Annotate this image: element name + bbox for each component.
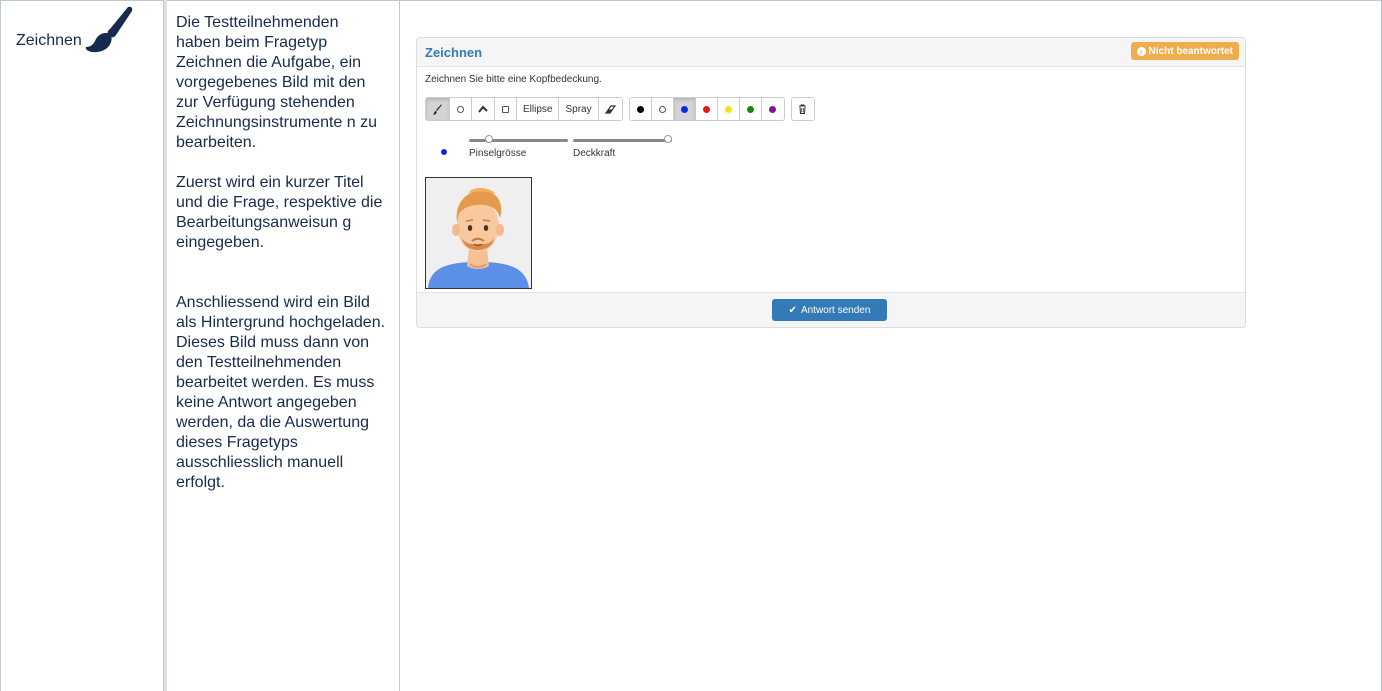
brush-tool-button[interactable] <box>426 98 450 120</box>
color-purple-button[interactable] <box>761 98 784 120</box>
brush-size-label: Pinselgrösse <box>469 148 527 159</box>
color-swatch-green <box>746 105 754 113</box>
arrow-circle-icon: › <box>1136 46 1146 56</box>
square-icon <box>502 105 509 113</box>
check-icon: ✔ <box>788 304 797 316</box>
color-blue-button[interactable] <box>673 98 696 120</box>
spray-tool-button[interactable]: Spray <box>559 98 599 120</box>
color-green-button[interactable] <box>739 98 762 120</box>
status-badge: › Nicht beantwortet <box>1130 42 1239 60</box>
rectangle-tool-button[interactable] <box>495 98 517 120</box>
panel-header: Zeichnen › Nicht beantwortet <box>417 38 1245 67</box>
brush-size-slider[interactable] <box>469 139 568 142</box>
color-black-button[interactable] <box>629 98 652 120</box>
opacity-slider[interactable] <box>573 139 672 142</box>
color-group <box>628 97 785 121</box>
opacity-label: Deckkraft <box>573 148 616 159</box>
ellipse-tool-button[interactable]: Ellipse <box>517 98 560 120</box>
submit-answer-label: Antwort senden <box>800 304 871 316</box>
color-swatch-yellow <box>724 105 732 113</box>
line-tool-button[interactable] <box>472 98 495 120</box>
color-white-button[interactable] <box>651 98 674 120</box>
clear-canvas-button[interactable] <box>791 98 814 120</box>
color-swatch-white <box>658 105 666 113</box>
table-left-border <box>0 0 1 691</box>
status-badge-label: Nicht beantwortet <box>1148 45 1233 57</box>
eraser-tool-button[interactable] <box>598 98 622 120</box>
question-panel: Zeichnen › Nicht beantwortet Zeichnen Si… <box>416 37 1246 328</box>
paintbrush-icon <box>85 6 133 53</box>
circle-tool-button[interactable] <box>450 98 472 120</box>
color-yellow-button[interactable] <box>717 98 740 120</box>
row-label: Zeichnen <box>16 32 82 49</box>
slider-area: Pinselgrösse Deckkraft <box>425 134 685 164</box>
color-swatch-black <box>636 105 644 113</box>
avatar-image <box>426 178 531 288</box>
drawing-toolbar: Ellipse Spray <box>425 97 815 121</box>
description-paragraph: Zuerst wird ein kurzer Titel und die Fra… <box>176 174 383 251</box>
current-color-indicator <box>441 149 447 155</box>
row-label-cell: Zeichnen <box>16 6 134 57</box>
tool-group: Ellipse Spray <box>425 97 623 121</box>
clear-group <box>790 97 815 121</box>
drawing-canvas[interactable] <box>425 177 532 289</box>
submit-answer-button[interactable]: ✔ Antwort senden <box>772 299 887 321</box>
eraser-icon <box>604 104 616 114</box>
color-swatch-blue <box>680 105 688 113</box>
color-red-button[interactable] <box>695 98 718 120</box>
question-text: Zeichnen Sie bitte eine Kopfbedeckung. <box>425 74 602 85</box>
panel-title: Zeichnen <box>425 45 483 60</box>
panel-footer: ✔ Antwort senden <box>417 292 1245 327</box>
description-paragraph: Anschliessend wird ein Bild als Hintergr… <box>176 294 386 491</box>
column-divider <box>163 0 167 691</box>
opacity-slider-handle[interactable] <box>664 135 672 143</box>
color-swatch-red <box>702 105 710 113</box>
column-divider <box>399 0 400 691</box>
description-paragraph: Die Testteilnehmenden haben beim Fragety… <box>176 14 377 151</box>
trash-icon <box>799 104 807 114</box>
polyline-icon <box>478 105 488 113</box>
color-swatch-purple <box>769 105 777 113</box>
description-cell: Die Testteilnehmenden haben beim Fragety… <box>176 13 386 493</box>
table-top-border <box>0 0 1382 1</box>
brush-icon <box>432 104 442 115</box>
circle-icon <box>457 105 464 113</box>
